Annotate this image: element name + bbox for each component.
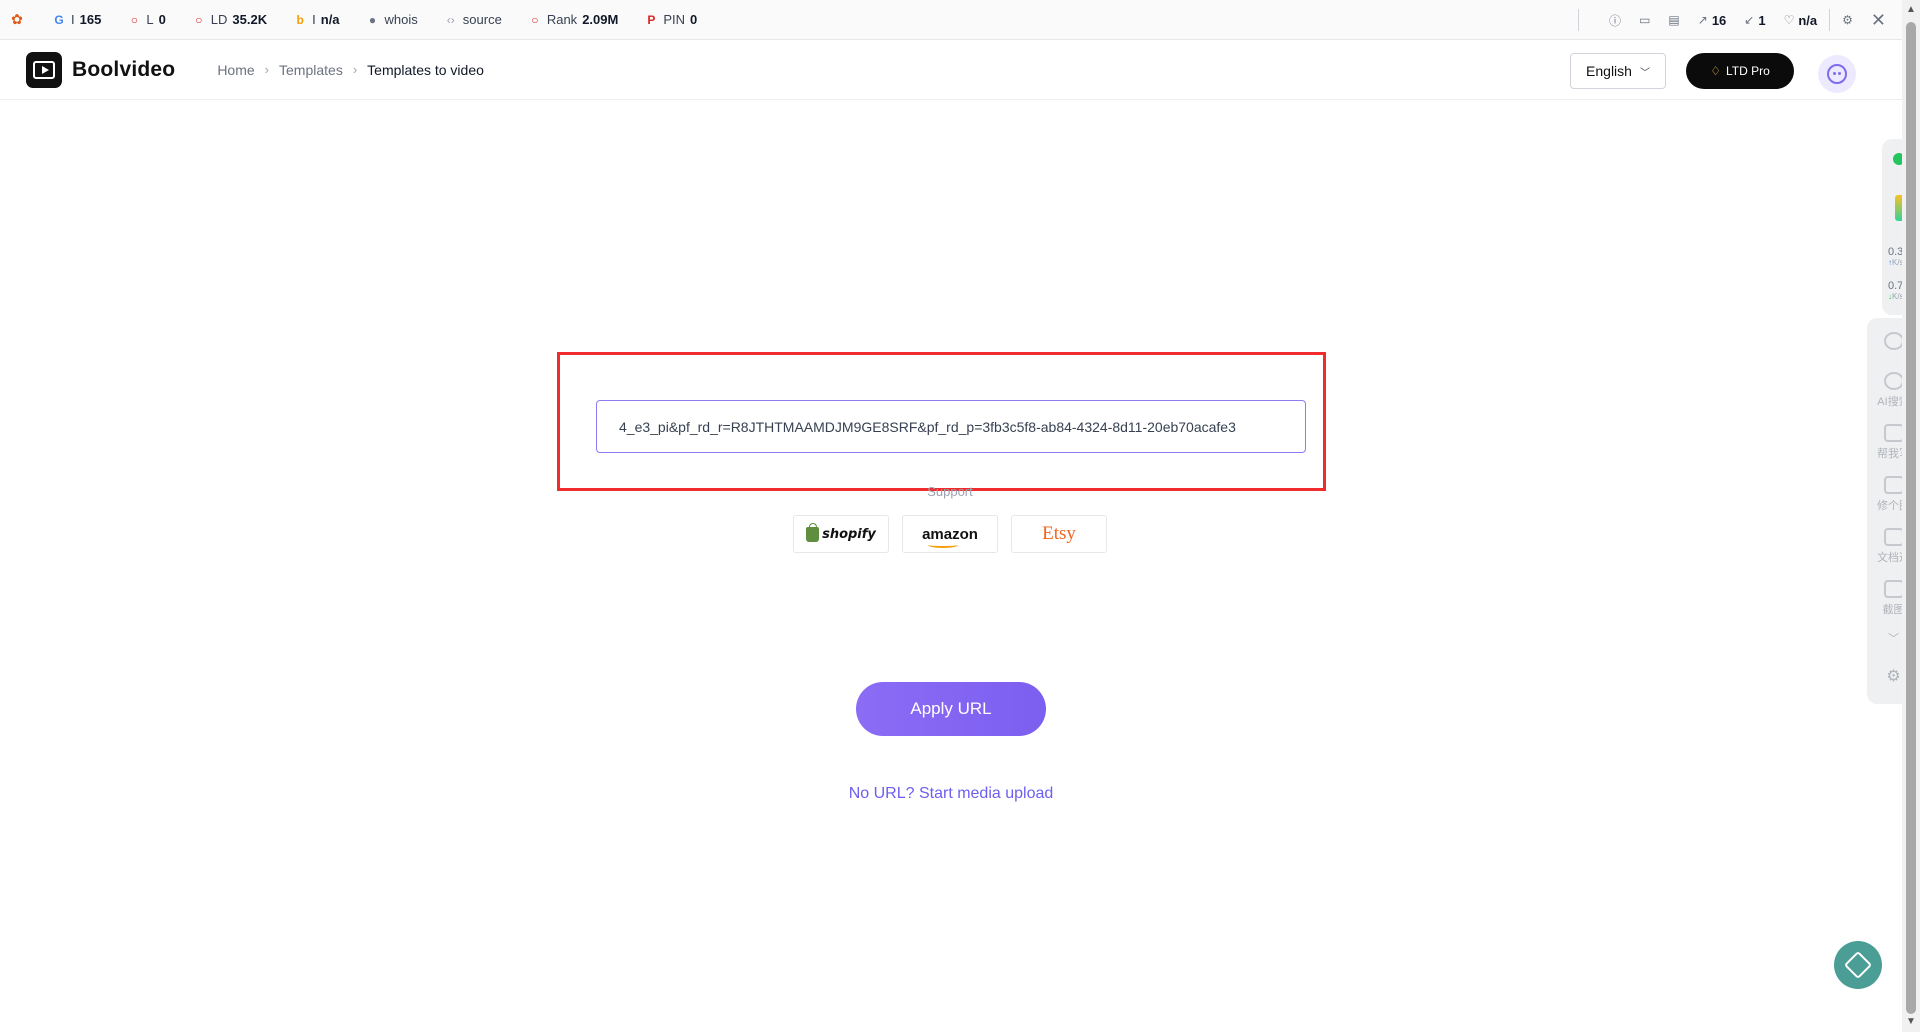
seo-toolbar-right: ⓘ ▭ ▤ ↗ 16 ↙ 1 ♡ n/a ⚙ ✕ — [1566, 0, 1902, 40]
platform-etsy[interactable]: Etsy — [1011, 515, 1107, 553]
seo-pinterest[interactable]: P PIN 0 — [644, 12, 697, 27]
divider — [1578, 9, 1580, 31]
amazon-smile-icon — [928, 542, 959, 548]
video-logo-icon — [26, 51, 62, 88]
breadcrumb: Home › Templates › Templates to video — [217, 62, 484, 78]
breadcrumb-home[interactable]: Home — [217, 62, 254, 78]
external-link-icon: ↗ — [1697, 13, 1708, 27]
google-icon: G — [54, 12, 64, 27]
seo-link-domains[interactable]: ○ LD 35.2K — [192, 12, 267, 27]
language-select[interactable]: English ﹀ — [1570, 53, 1666, 89]
breadcrumb-templates[interactable]: Templates — [279, 62, 343, 78]
diamond-icon: ♢ — [1710, 64, 1721, 78]
seo-page[interactable]: ▤ — [1668, 13, 1679, 27]
heart-icon — [1883, 332, 1904, 350]
pinterest-icon: P — [647, 12, 656, 27]
brand-logo[interactable]: Boolvideo — [26, 51, 176, 88]
etsy-logo: Etsy — [1042, 523, 1076, 544]
cube-icon — [1843, 950, 1873, 980]
internal-link-icon: ↙ — [1744, 13, 1755, 27]
chevron-right-icon: › — [352, 62, 358, 77]
apply-url-button[interactable]: Apply URL — [856, 682, 1046, 736]
person-icon: ● — [368, 12, 377, 27]
seo-toolbar: ✿ G I 165 ○ L 0 ○ LD 35.2K b I n/a ● who… — [0, 0, 1902, 40]
scrollbar-thumb[interactable] — [1906, 22, 1916, 1014]
info-icon: ⓘ — [1609, 13, 1622, 28]
help-widget-button[interactable] — [1834, 941, 1882, 989]
seo-internal-links[interactable]: ↙ 1 — [1744, 13, 1765, 28]
seo-links[interactable]: ○ L 0 — [127, 12, 166, 27]
ltd-pro-button[interactable]: ♢ LTD Pro — [1686, 53, 1794, 89]
seo-external-links[interactable]: ↗ 16 — [1698, 13, 1727, 28]
ai-search-icon — [1883, 372, 1904, 390]
breadcrumb-current: Templates to video — [367, 61, 484, 78]
image-icon — [1883, 476, 1904, 494]
seo-rank[interactable]: ○ Rank 2.09M — [528, 12, 618, 27]
seo-extension-logo-icon[interactable]: ✿ — [8, 11, 26, 29]
seo-monitor[interactable]: ▭ — [1639, 13, 1650, 27]
avatar[interactable] — [1818, 55, 1856, 93]
ltd-pro-label: LTD Pro — [1725, 64, 1770, 78]
support-label: Support — [927, 484, 973, 499]
seo-settings[interactable]: ⚙ — [1842, 13, 1853, 27]
bing-icon: b — [296, 12, 304, 27]
seo-google-index[interactable]: G I 165 — [52, 12, 101, 27]
amazon-logo: amazon — [922, 526, 978, 548]
chevron-down-icon: ﹀ — [1888, 633, 1899, 645]
language-label: English — [1586, 63, 1632, 79]
seo-favorites[interactable]: ♡ n/a — [1784, 13, 1818, 28]
scroll-up-arrow-icon[interactable]: ▲ — [1904, 4, 1918, 18]
monitor-icon: ▭ — [1639, 13, 1651, 27]
heart-icon: ♡ — [1783, 13, 1795, 27]
gear-icon: ⚙ — [1842, 13, 1853, 27]
close-icon[interactable]: ✕ — [1871, 10, 1886, 31]
brand-name: Boolvideo — [72, 57, 176, 81]
camera-icon — [1883, 580, 1904, 598]
scroll-down-arrow-icon[interactable]: ▼ — [1904, 1016, 1918, 1030]
divider — [1829, 9, 1831, 31]
seo-whois[interactable]: ● whois — [366, 12, 418, 27]
seo-info[interactable]: ⓘ — [1609, 12, 1621, 29]
user-face-icon — [1827, 64, 1847, 84]
shopify-bag-icon — [806, 522, 820, 542]
edit-icon — [1883, 424, 1904, 442]
page-icon: ▤ — [1668, 13, 1680, 27]
platform-shopify[interactable]: shopify — [793, 515, 889, 553]
start-media-upload-link[interactable]: No URL? Start media upload — [800, 785, 1102, 803]
circle-icon: ○ — [195, 12, 203, 27]
seo-source[interactable]: ‹› source — [444, 12, 502, 27]
platform-amazon[interactable]: amazon — [902, 515, 998, 553]
gear-icon: ⚙ — [1886, 668, 1901, 685]
chevron-right-icon: › — [264, 62, 270, 77]
shopify-logo: shopify — [806, 522, 876, 542]
url-input[interactable] — [596, 400, 1306, 453]
supported-platforms: shopify amazon Etsy — [793, 515, 1107, 553]
document-icon — [1883, 528, 1904, 546]
seo-bing-index[interactable]: b I n/a — [293, 12, 339, 27]
chevron-down-icon: ﹀ — [1639, 67, 1650, 79]
circle-icon: ○ — [531, 12, 539, 27]
circle-icon: ○ — [130, 12, 138, 27]
code-icon: ‹› — [446, 12, 455, 27]
app-header: Boolvideo Home › Templates › Templates t… — [0, 40, 1902, 100]
